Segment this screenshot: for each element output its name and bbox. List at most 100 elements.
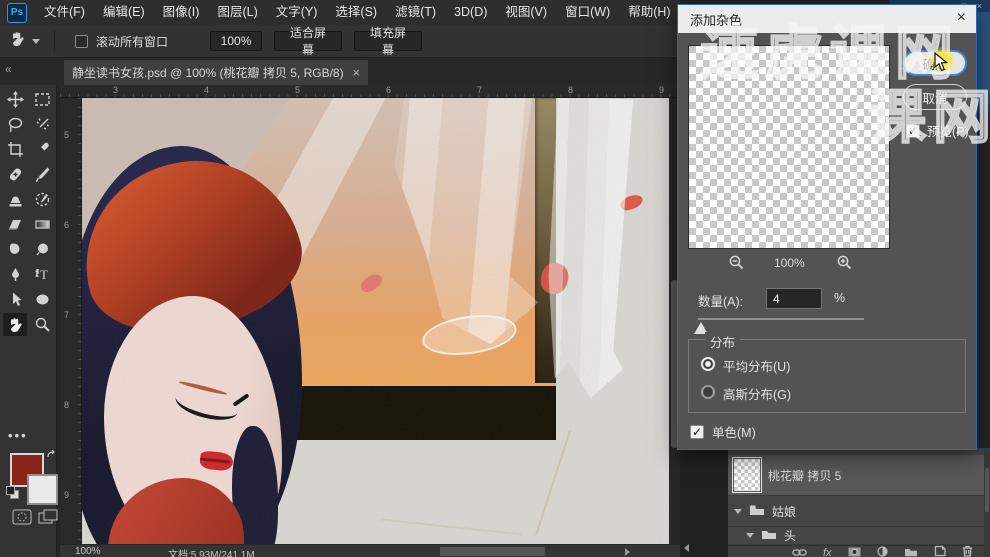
layer-thumbnail[interactable] (732, 457, 762, 493)
group-expand-chevron-icon[interactable] (746, 533, 754, 538)
menu-view[interactable]: 视图(V) (496, 0, 556, 25)
collapse-panels-icon[interactable]: « (5, 62, 12, 76)
status-zoom-level[interactable]: 100% (75, 546, 101, 557)
preview-zoom-value: 100% (774, 256, 805, 270)
wall-crack (535, 430, 571, 536)
eraser-tool[interactable] (3, 213, 27, 236)
screen-mode-icon[interactable] (38, 509, 58, 530)
type-tool[interactable]: T (30, 263, 54, 286)
crop-tool[interactable] (3, 138, 27, 161)
hand-tool[interactable] (3, 313, 27, 336)
amount-label: 数量(A): (698, 295, 744, 309)
cancel-button[interactable]: 取消 (903, 84, 967, 110)
scroll-all-windows-checkbox[interactable] (75, 34, 88, 48)
uniform-radio[interactable] (701, 357, 715, 371)
preview-label[interactable]: 预览(P) (927, 121, 969, 140)
group-expand-chevron-icon[interactable] (734, 508, 742, 514)
layers-scroll-thumb[interactable] (985, 468, 989, 512)
path-selection-tool[interactable] (3, 288, 27, 311)
blur-tool[interactable] (30, 238, 54, 261)
preview-zoom-controls: 100% (688, 253, 890, 273)
menu-select[interactable]: 选择(S) (326, 0, 386, 25)
layer-name[interactable]: 桃花瓣 拷贝 5 (768, 467, 841, 484)
status-bar: 100% 文档:5.93M/241.1M (60, 544, 680, 557)
dialog-close-icon[interactable]: × (957, 9, 966, 27)
document-canvas[interactable] (82, 98, 680, 544)
noise-preview-area[interactable] (688, 45, 890, 249)
menu-filter[interactable]: 滤镜(T) (386, 0, 445, 25)
pen-tool[interactable] (3, 263, 27, 286)
amount-slider-track[interactable] (698, 318, 864, 320)
menu-help[interactable]: 帮助(H) (619, 0, 679, 25)
move-tool[interactable] (3, 88, 27, 111)
brush-tool[interactable] (30, 163, 54, 186)
zoom-tool[interactable] (30, 313, 54, 336)
spot-healing-brush-tool[interactable] (3, 163, 27, 186)
gradient-tool[interactable] (30, 213, 54, 236)
amount-input[interactable] (766, 288, 822, 309)
default-colors-icon[interactable] (6, 486, 20, 500)
monochromatic-checkbox[interactable] (690, 424, 704, 439)
document-tab-bar: « 静坐读书女孩.psd @ 100% (桃花瓣 拷贝 5, RGB/8) * … (0, 58, 680, 85)
adjustment-layer-icon[interactable] (876, 544, 888, 557)
eyedropper-tool[interactable] (30, 138, 54, 161)
layer-style-fx-icon[interactable]: fx (823, 547, 832, 557)
menu-window[interactable]: 窗口(W) (556, 0, 619, 25)
scroll-right-icon[interactable] (625, 548, 630, 556)
layers-scrollbar[interactable] (984, 450, 990, 557)
horizontal-ruler: 3 4 5 6 7 8 9 (60, 85, 680, 98)
layer-group-row[interactable]: 姑娘 (728, 496, 984, 527)
layer-group-row[interactable]: 头 (728, 527, 984, 545)
ruler-tick-label: 8 (568, 85, 574, 95)
rectangular-marquee-tool[interactable] (30, 88, 54, 111)
clone-stamp-tool[interactable] (3, 188, 27, 211)
tab-close-icon[interactable]: × (352, 65, 360, 80)
quick-mask-icon[interactable] (12, 509, 32, 530)
new-group-icon[interactable] (904, 544, 918, 557)
layer-group-name[interactable]: 姑娘 (772, 503, 796, 520)
layer-row-selected[interactable]: 桃花瓣 拷贝 5 (728, 455, 984, 496)
background-color-swatch[interactable] (27, 474, 58, 505)
gaussian-radio[interactable] (701, 385, 715, 399)
ruler-tick-label: 5 (64, 130, 70, 140)
fill-screen-button[interactable]: 填充屏幕 (354, 26, 423, 57)
menu-3d[interactable]: 3D(D) (445, 0, 496, 25)
ellipse-shape-tool[interactable] (30, 288, 54, 311)
monochromatic-label[interactable]: 单色(M) (712, 422, 756, 441)
menu-image[interactable]: 图像(I) (154, 0, 209, 25)
preview-checkbox[interactable] (906, 123, 920, 138)
dodge-tool[interactable] (3, 238, 27, 261)
menu-type[interactable]: 文字(Y) (267, 0, 327, 25)
delete-layer-icon[interactable] (962, 544, 973, 557)
document-tab-title: 静坐读书女孩.psd @ 100% (桃花瓣 拷贝 5, RGB/8) * (72, 66, 345, 80)
tool-preset-caret-icon[interactable] (32, 38, 40, 44)
dialog-title-bar[interactable]: 添加杂色 × (678, 5, 976, 33)
zoom-in-icon[interactable] (836, 254, 853, 274)
edit-toolbar-icon[interactable]: ••• (8, 428, 28, 443)
menu-edit[interactable]: 编辑(E) (94, 0, 154, 25)
zoom-out-icon[interactable] (728, 254, 745, 274)
layer-group-name[interactable]: 头 (784, 527, 796, 544)
menu-file[interactable]: 文件(F) (35, 0, 94, 25)
vertical-scroll-thumb[interactable] (671, 280, 678, 448)
zoom-100-button[interactable]: 100% (210, 31, 263, 51)
lasso-tool[interactable] (3, 113, 27, 136)
swap-colors-icon[interactable] (46, 447, 57, 465)
status-doc-size[interactable]: 文档:5.93M/241.1M (168, 546, 255, 557)
history-brush-tool[interactable] (30, 188, 54, 211)
new-layer-icon[interactable] (934, 544, 946, 557)
document-tab[interactable]: 静坐读书女孩.psd @ 100% (桃花瓣 拷贝 5, RGB/8) * × (64, 60, 368, 85)
dialog-title: 添加杂色 (690, 12, 743, 28)
close-window-icon[interactable]: × (977, 1, 982, 11)
link-layers-icon[interactable] (792, 544, 807, 557)
horizontal-scroll-thumb[interactable] (440, 547, 545, 556)
magic-wand-tool[interactable] (30, 113, 54, 136)
scroll-left-icon[interactable] (684, 544, 689, 552)
layer-mask-icon[interactable] (848, 544, 861, 557)
add-noise-dialog: 添加杂色 × 100% 数量(A): % 分布 平均分布(U) 高斯分布(G) (678, 5, 976, 449)
menu-layer[interactable]: 图层(L) (208, 0, 266, 25)
dock-edge-strip (976, 12, 990, 448)
fit-screen-button[interactable]: 适合屏幕 (274, 26, 343, 57)
gaussian-label[interactable]: 高斯分布(G) (723, 384, 791, 403)
uniform-label[interactable]: 平均分布(U) (723, 356, 790, 375)
